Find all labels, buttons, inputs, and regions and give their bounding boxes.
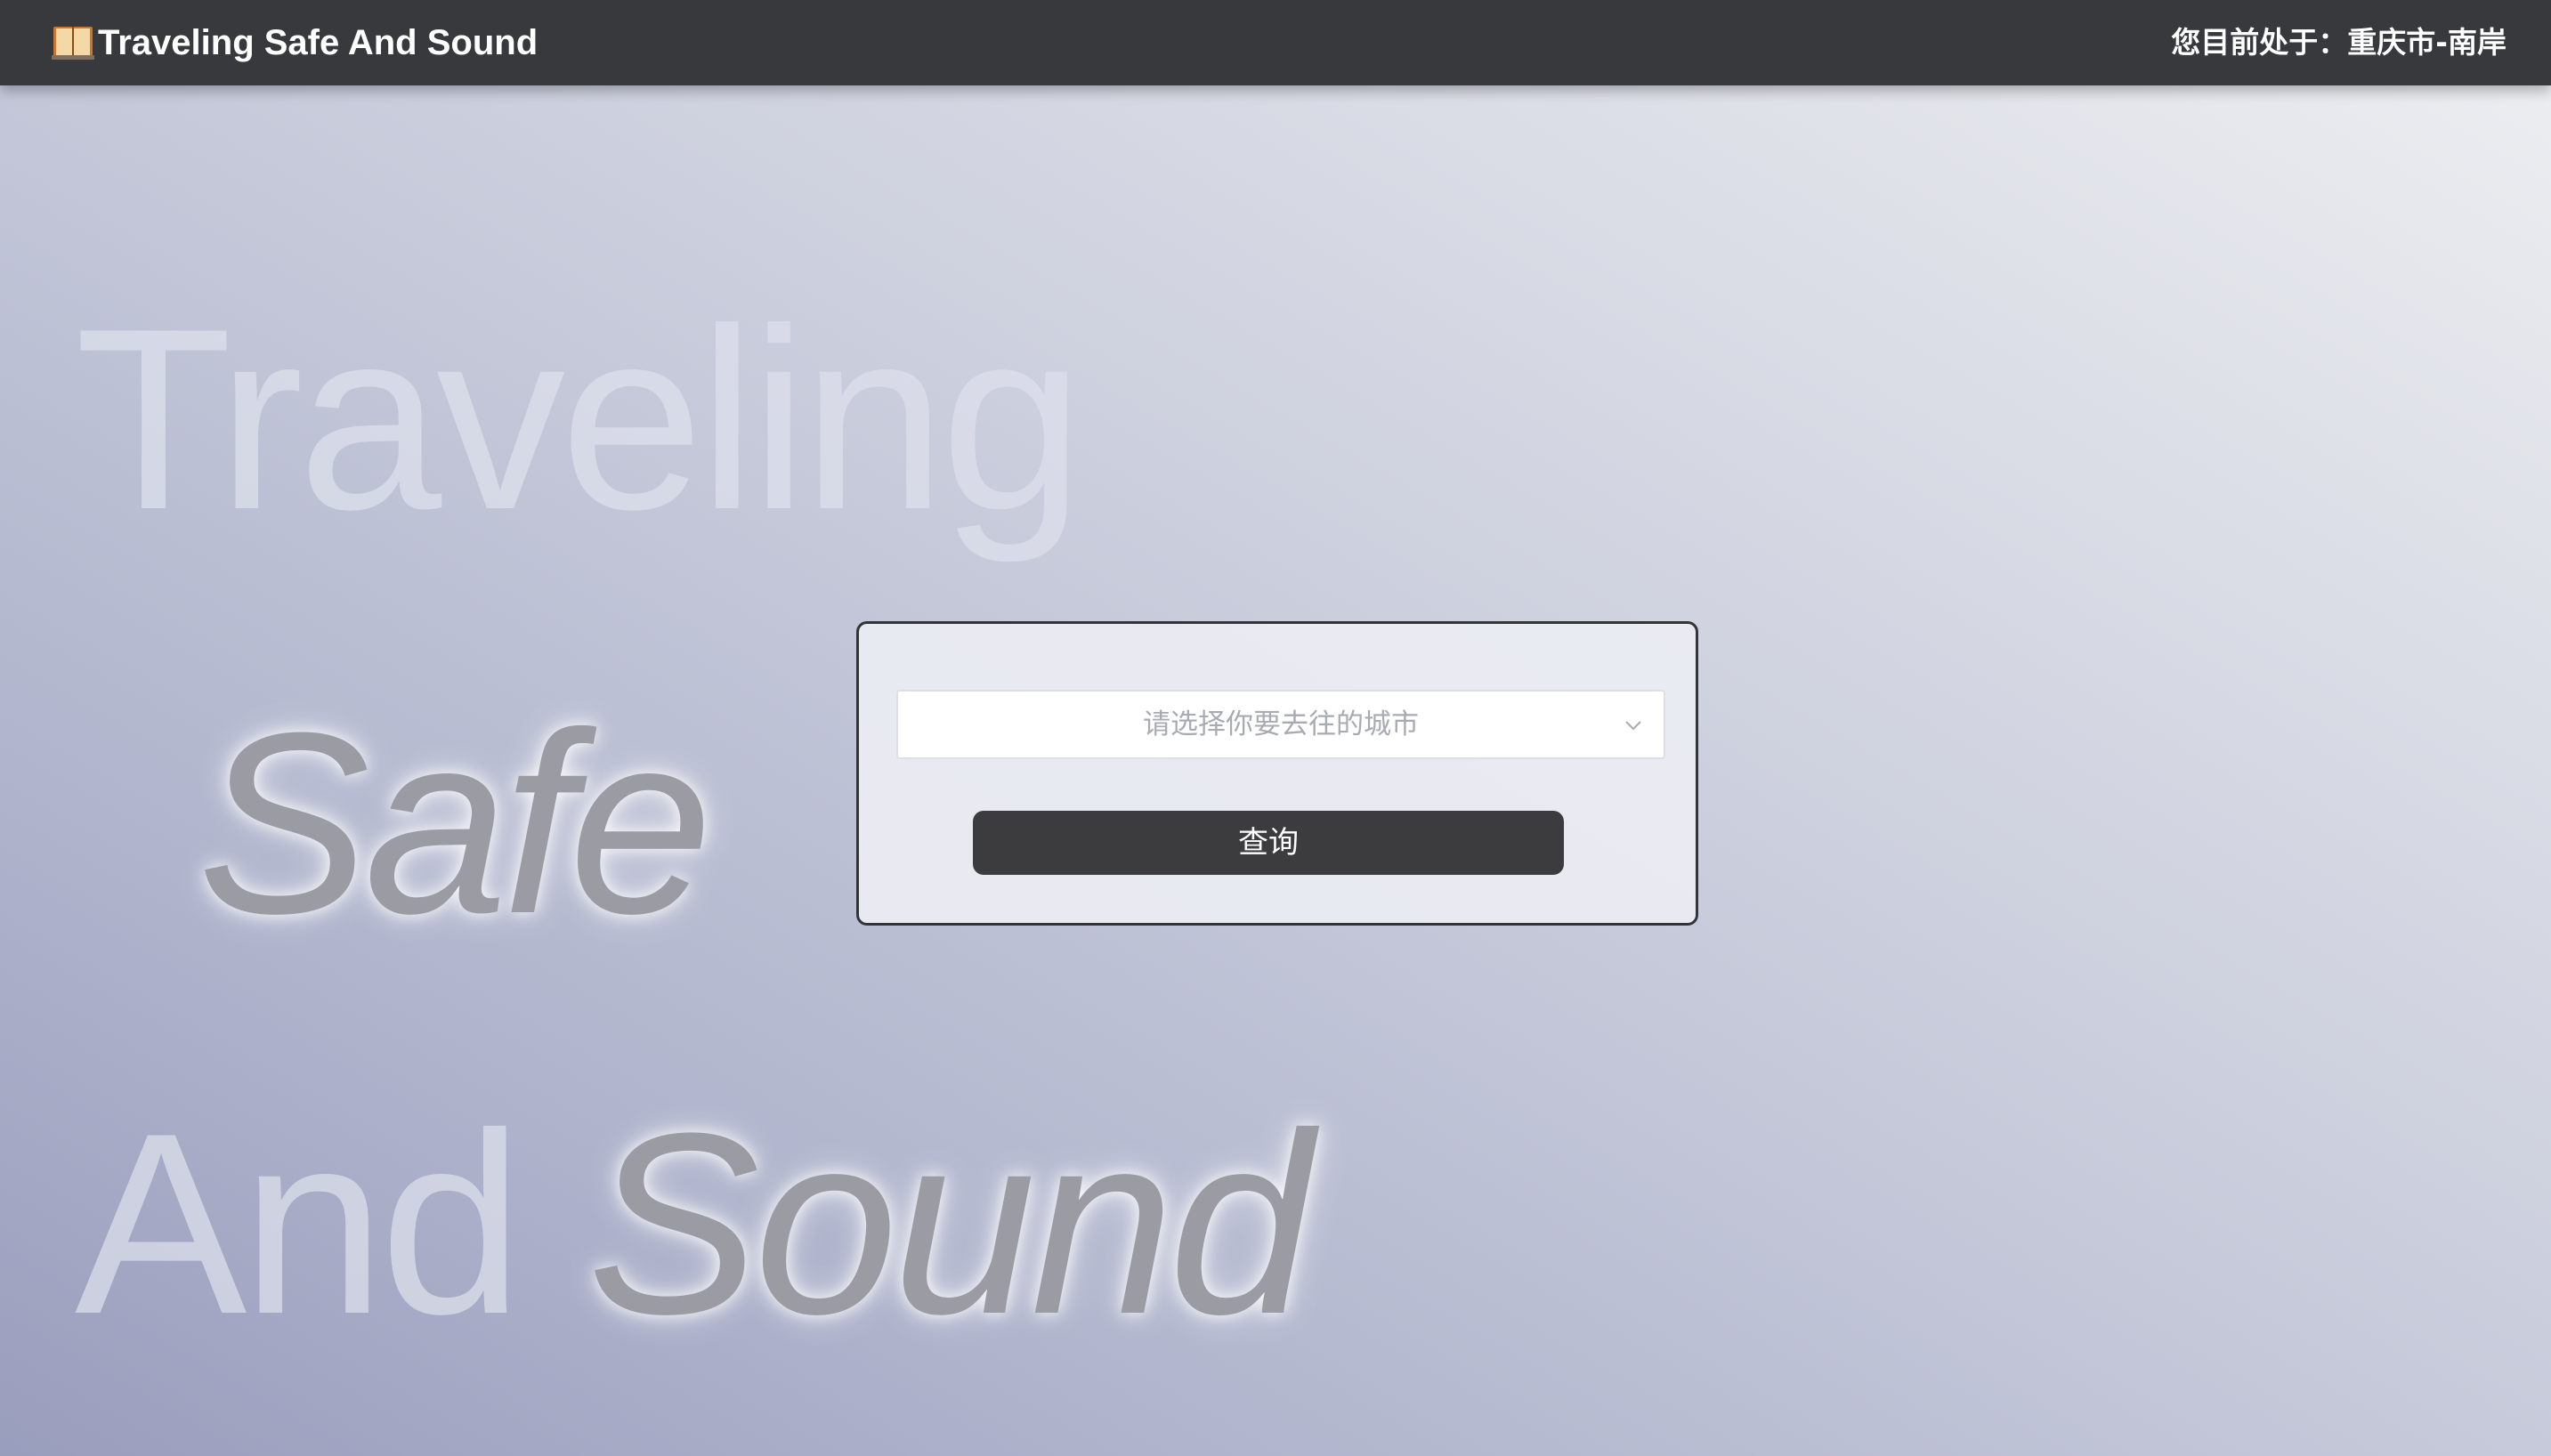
top-navbar: Traveling Safe And Sound 您目前处于：重庆市-南岸 [0,0,2551,85]
hero-word-traveling: Traveling [75,275,1084,563]
chevron-down-icon[interactable] [1623,715,1644,736]
brand[interactable]: Traveling Safe And Sound [52,20,538,66]
hero-word-and: And [75,1080,523,1368]
query-button[interactable]: 查询 [973,811,1564,875]
city-select[interactable]: 请选择你要去往的城市 [896,690,1665,759]
search-panel: 请选择你要去往的城市 查询 [856,621,1698,926]
app-title: Traveling Safe And Sound [98,22,539,62]
city-select-placeholder: 请选择你要去往的城市 [1143,708,1419,740]
current-location: 您目前处于：重庆市-南岸 [2171,25,2506,60]
hero-word-sound: Sound [587,1080,1313,1368]
open-book-icon [52,23,94,62]
hero-word-safe: Safe [198,679,713,967]
